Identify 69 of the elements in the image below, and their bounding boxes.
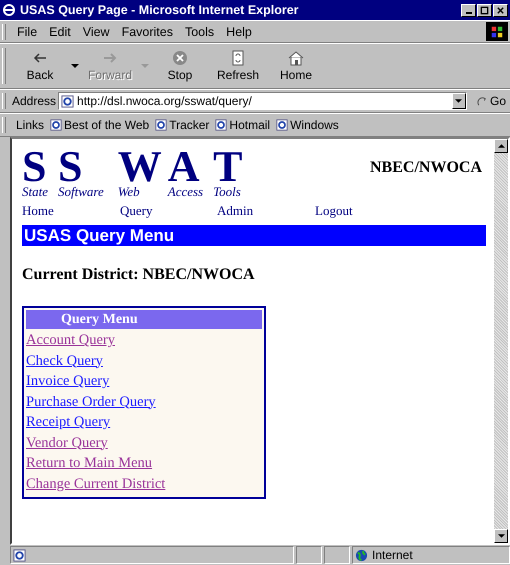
scroll-down-button[interactable] — [494, 529, 508, 543]
nav-link[interactable]: Admin — [217, 203, 315, 219]
caret-icon — [455, 99, 462, 103]
menu-link[interactable]: Vendor Query — [26, 432, 262, 453]
menu-link[interactable]: Purchase Order Query — [26, 392, 262, 412]
maximize-button[interactable] — [477, 4, 492, 16]
logo-word: Tools — [213, 185, 241, 199]
menu-item[interactable]: File — [12, 24, 42, 38]
windows-logo-icon — [486, 22, 508, 41]
caret-icon[interactable] — [70, 64, 80, 68]
favorite-link[interactable]: Tracker — [155, 118, 210, 132]
logo-word: Access — [168, 185, 204, 199]
close-button[interactable] — [493, 4, 508, 16]
logo-letter: A — [168, 149, 200, 185]
logo-letter: W — [118, 149, 162, 185]
stop-icon — [170, 50, 190, 66]
menu-link[interactable]: Account Query — [26, 330, 262, 350]
menu-link[interactable]: Change Current District — [26, 474, 262, 494]
favorite-link[interactable]: Windows — [276, 118, 339, 132]
minimize-icon — [466, 12, 472, 14]
page-banner: USAS Query Menu — [22, 225, 486, 246]
stop-button[interactable]: Stop — [152, 50, 208, 82]
menu-item[interactable]: View — [78, 24, 115, 38]
back-button[interactable]: Back — [12, 50, 68, 82]
menu-link[interactable]: Receipt Query — [26, 412, 262, 432]
favorite-link[interactable]: Hotmail — [215, 118, 270, 132]
address-label: Address — [12, 94, 56, 108]
logo-letter: T — [213, 149, 242, 185]
current-district: Current District: NBEC/NWOCA — [22, 266, 256, 284]
logo-letter: S — [22, 149, 46, 185]
logo-word: State — [22, 185, 48, 199]
page-icon — [155, 119, 168, 131]
logo-word: Web — [118, 185, 140, 199]
close-icon — [496, 6, 505, 14]
go-button[interactable]: Go — [474, 94, 508, 108]
menu-link[interactable]: Check Query — [26, 350, 262, 371]
favorite-link[interactable]: Best of the Web — [50, 118, 150, 132]
links-label: Links — [16, 118, 44, 132]
nav-link[interactable]: Logout — [315, 203, 413, 219]
down-caret-icon — [498, 534, 504, 538]
scroll-up-button[interactable] — [494, 139, 508, 153]
menu-link[interactable]: Invoice Query — [26, 371, 262, 392]
logo-word: Software — [58, 185, 104, 199]
menu-link[interactable]: Return to Main Menu — [26, 453, 262, 474]
up-caret-icon — [498, 144, 504, 148]
menu-item[interactable]: Favorites — [116, 24, 178, 38]
menu-item[interactable]: Edit — [44, 24, 76, 38]
page-icon — [215, 119, 228, 131]
logo-letter: S — [58, 149, 82, 185]
query-menu-title: Query Menu — [26, 310, 262, 329]
organization-name: NBEC/NWOCA — [370, 159, 482, 177]
menu-item[interactable]: Tools — [180, 24, 220, 38]
window-title: USAS Query Page - Microsoft Internet Explorer — [20, 3, 300, 17]
nav-link[interactable]: Query — [120, 203, 217, 219]
refresh-button[interactable]: Refresh — [210, 50, 266, 82]
security-zone: Internet — [372, 548, 413, 562]
house-icon — [286, 50, 306, 66]
page-icon — [276, 119, 288, 131]
page-icon — [61, 94, 74, 108]
menu-item[interactable]: Help — [221, 24, 257, 38]
home-button[interactable]: Home — [268, 50, 324, 82]
minimize-button[interactable] — [461, 4, 476, 16]
page-icon — [50, 119, 62, 131]
page-icon — [13, 548, 26, 562]
nav-link[interactable]: Home — [22, 203, 120, 219]
maximize-icon — [480, 6, 489, 14]
address-field[interactable]: http://dsl.nwoca.org/sswat/query/ — [58, 92, 467, 110]
globe-icon — [355, 548, 368, 562]
dropdown-button[interactable] — [452, 93, 466, 109]
